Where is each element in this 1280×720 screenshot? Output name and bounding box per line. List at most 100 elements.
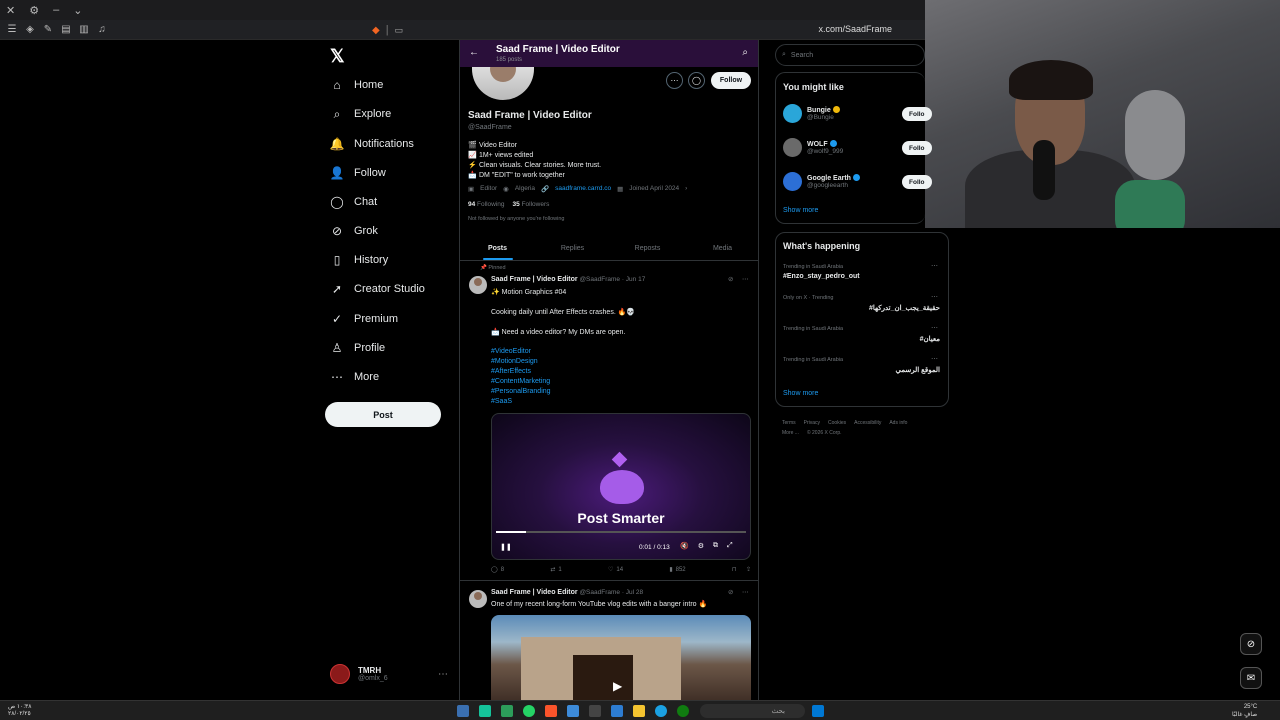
chevron-right-icon[interactable]: › bbox=[685, 185, 687, 193]
views-button[interactable]: ▮ 852 bbox=[669, 566, 685, 574]
more-icon[interactable]: ⋯ bbox=[931, 293, 938, 301]
bookmark-icon[interactable]: ⊓ bbox=[732, 566, 737, 573]
xbox-icon[interactable] bbox=[677, 705, 689, 717]
puzzle-icon[interactable]: ✎ bbox=[42, 24, 54, 36]
nav-item-history[interactable]: ▯ History bbox=[330, 253, 389, 267]
nav-item-chat[interactable]: ◯ Chat bbox=[330, 195, 377, 209]
edge-icon[interactable] bbox=[655, 705, 667, 717]
chevron-down-icon[interactable]: ⌄ bbox=[73, 4, 82, 17]
x-logo-icon[interactable]: 𝕏 bbox=[330, 46, 345, 67]
grok-icon[interactable]: ⊘ bbox=[1240, 633, 1262, 655]
nav-item-follow[interactable]: 👤 Follow bbox=[330, 166, 386, 180]
pip-icon[interactable]: ⧉ bbox=[713, 542, 718, 550]
video-progress-bar[interactable] bbox=[496, 531, 746, 533]
suggestion-follow-button[interactable]: Follo bbox=[902, 141, 932, 155]
message-button[interactable]: ◯ bbox=[688, 72, 705, 89]
trend-tag[interactable]: الموقع الرسمي bbox=[896, 366, 940, 374]
settings-icon[interactable]: ⚙ bbox=[29, 4, 39, 17]
hashtag-link[interactable]: #ContentMarketing bbox=[491, 378, 550, 385]
grok-icon[interactable]: ⊘ bbox=[728, 588, 733, 596]
share-icon[interactable]: ⇪ bbox=[746, 566, 751, 573]
sidebar-icon[interactable]: ▥ bbox=[78, 24, 90, 36]
nav-item-profile[interactable]: ♙ Profile bbox=[330, 341, 386, 355]
footer-link[interactable]: Cookies bbox=[828, 420, 846, 426]
footer-link[interactable]: Accessibility bbox=[854, 420, 881, 426]
show-more-link[interactable]: Show more bbox=[783, 207, 818, 214]
post-author[interactable]: Saad Frame | Video Editor bbox=[491, 589, 578, 596]
suggestion-item[interactable]: Google Earth @googleearth bbox=[783, 172, 860, 191]
app-icon[interactable] bbox=[501, 705, 513, 717]
app-icon[interactable] bbox=[567, 705, 579, 717]
footer-link[interactable]: Privacy bbox=[804, 420, 820, 426]
nav-item-more[interactable]: ⋯ More bbox=[330, 370, 379, 384]
show-more-link[interactable]: Show more bbox=[783, 390, 818, 397]
followers-link[interactable]: 35 Followers bbox=[513, 201, 550, 208]
post-button[interactable]: Post bbox=[325, 402, 441, 427]
more-icon[interactable]: ⋯ bbox=[931, 324, 938, 332]
trend-tag[interactable]: #Enzo_stay_pedro_out bbox=[783, 273, 860, 280]
tab-media[interactable]: Media bbox=[685, 237, 758, 260]
tab-icon[interactable]: ▤ bbox=[60, 24, 72, 36]
weather-widget[interactable]: 25°C صافٍ غالبًا bbox=[1232, 703, 1257, 719]
fullscreen-icon[interactable]: ⤢ bbox=[727, 542, 733, 550]
music-icon[interactable]: ♫ bbox=[96, 24, 108, 36]
app-icon[interactable] bbox=[457, 705, 469, 717]
minimize-icon[interactable]: – bbox=[53, 4, 59, 16]
post-handle[interactable]: @SaadFrame bbox=[579, 589, 620, 596]
more-icon[interactable]: ⋯ bbox=[931, 355, 938, 363]
screen-icon[interactable]: ▭ bbox=[395, 25, 404, 36]
post-date[interactable]: · Jun 17 bbox=[622, 276, 646, 283]
post-avatar[interactable] bbox=[469, 276, 487, 294]
reply-button[interactable]: ◯ 8 bbox=[491, 566, 504, 574]
shield-icon[interactable]: ◈ bbox=[24, 24, 36, 36]
search-icon[interactable]: ⌕ bbox=[742, 47, 748, 58]
mute-icon[interactable]: 🔇 bbox=[680, 542, 689, 550]
hashtag-link[interactable]: #SaaS bbox=[491, 398, 512, 405]
hashtag-link[interactable]: #MotionDesign bbox=[491, 358, 538, 365]
tab-replies[interactable]: Replies bbox=[535, 237, 610, 260]
like-button[interactable]: ♡ 14 bbox=[608, 566, 623, 574]
account-switcher[interactable]: TMRH @omlx_6 bbox=[330, 664, 388, 684]
nav-item-creator-studio[interactable]: ➚ Creator Studio bbox=[330, 282, 425, 296]
url-text[interactable]: x.com/SaadFrame bbox=[818, 24, 892, 34]
more-options-button[interactable]: ⋯ bbox=[666, 72, 683, 89]
start-icon[interactable] bbox=[812, 705, 824, 717]
close-icon[interactable]: ✕ bbox=[6, 4, 15, 17]
profile-link[interactable]: saadframe.carrd.co bbox=[555, 185, 611, 193]
address-bar[interactable]: ◆ | ▭ x.com/SaadFrame bbox=[372, 22, 922, 38]
suggestion-follow-button[interactable]: Follo bbox=[902, 107, 932, 121]
brave-shield-icon[interactable]: ◆ bbox=[372, 25, 380, 36]
post-handle[interactable]: @SaadFrame bbox=[579, 276, 620, 283]
following-link[interactable]: 94 Following bbox=[468, 201, 505, 208]
footer-link[interactable]: © 2026 X Corp. bbox=[807, 430, 842, 436]
taskbar-clock[interactable]: ١٠:٣٨ ص ٢٨/٠٢/٢٥ bbox=[8, 704, 31, 718]
more-icon[interactable]: ⋯ bbox=[931, 262, 938, 270]
more-icon[interactable]: ⋯ bbox=[742, 588, 749, 596]
menu-icon[interactable]: ☰ bbox=[6, 24, 18, 36]
hashtag-link[interactable]: #AfterEffects bbox=[491, 368, 531, 375]
back-arrow-icon[interactable]: ← bbox=[469, 47, 479, 58]
video-player[interactable]: Post Smarter ❚❚ 0:01 / 0:13 🔇 ⚙ ⧉ ⤢ bbox=[491, 413, 751, 560]
messages-icon[interactable]: ✉ bbox=[1240, 667, 1262, 689]
tab-reposts[interactable]: Reposts bbox=[610, 237, 685, 260]
nav-item-notifications[interactable]: 🔔 Notifications bbox=[330, 137, 414, 151]
video-thumbnail[interactable]: ▶ bbox=[491, 615, 751, 700]
hashtag-link[interactable]: #PersonalBranding bbox=[491, 388, 551, 395]
taskbar-search[interactable]: بحث bbox=[700, 704, 805, 718]
suggestion-item[interactable]: Bungie @Bungie bbox=[783, 104, 840, 123]
footer-link[interactable]: More ... bbox=[782, 430, 799, 436]
nav-item-home[interactable]: ⌂ Home bbox=[330, 78, 383, 92]
suggestion-follow-button[interactable]: Follo bbox=[902, 175, 932, 189]
footer-link[interactable]: Ads info bbox=[889, 420, 907, 426]
more-icon[interactable]: ⋯ bbox=[438, 669, 448, 680]
whatsapp-icon[interactable] bbox=[523, 705, 535, 717]
post-date[interactable]: · Jul 28 bbox=[622, 589, 643, 596]
trend-tag[interactable]: #حقيقة_يجب_ان_تدركها bbox=[869, 304, 940, 312]
pause-icon[interactable]: ❚❚ bbox=[500, 543, 512, 551]
app-icon[interactable] bbox=[611, 705, 623, 717]
more-icon[interactable]: ⋯ bbox=[742, 275, 749, 283]
nav-item-explore[interactable]: ⌕ Explore bbox=[330, 107, 392, 121]
grok-icon[interactable]: ⊘ bbox=[728, 275, 733, 283]
post-author[interactable]: Saad Frame | Video Editor bbox=[491, 276, 578, 283]
nav-item-premium[interactable]: ✓ Premium bbox=[330, 312, 398, 326]
